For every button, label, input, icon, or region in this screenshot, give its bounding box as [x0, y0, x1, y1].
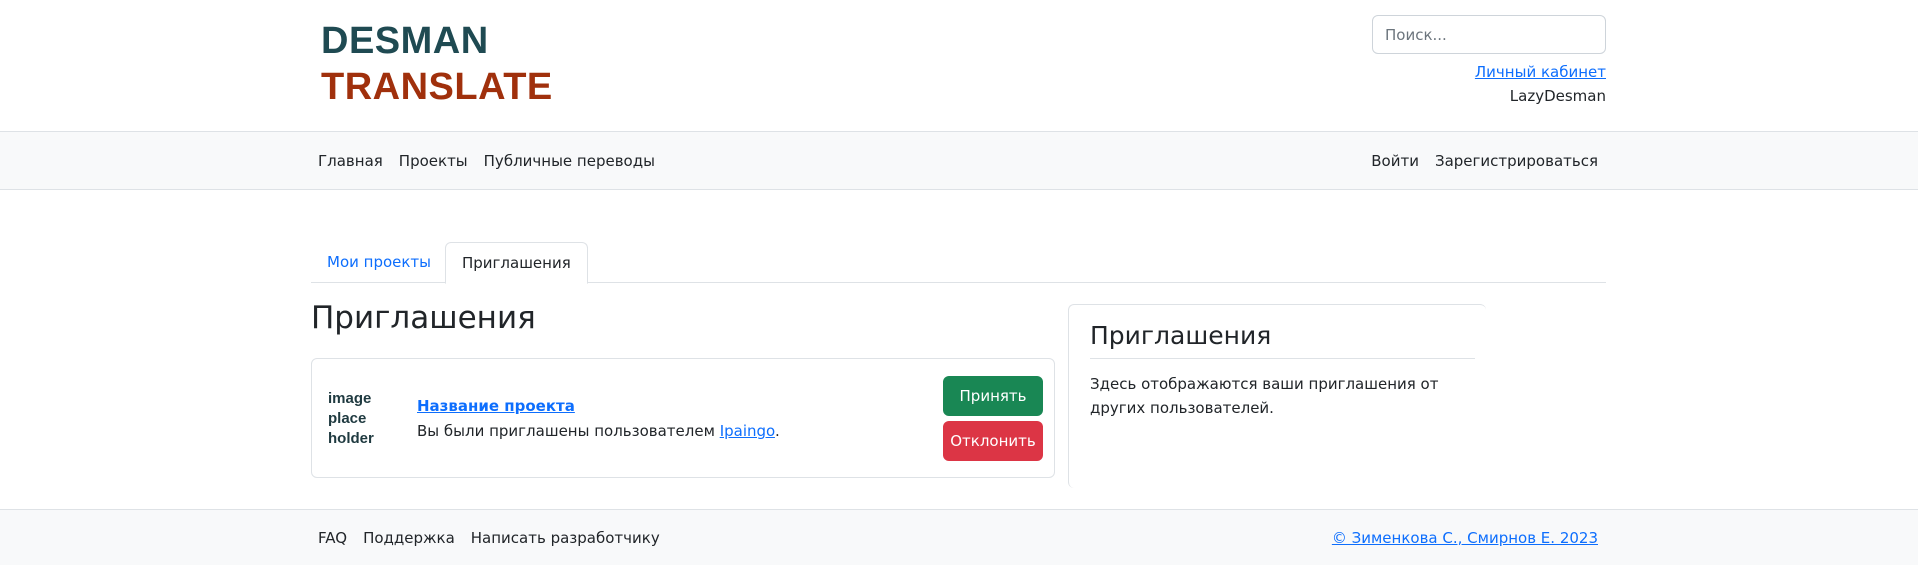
tab-my-projects[interactable]: Мои проекты [311, 242, 447, 283]
site-logo[interactable]: DESMAN TRANSLATE [321, 18, 553, 110]
nav-right-group: Войти Зарегистрироваться [1371, 132, 1598, 190]
username-label: LazyDesman [1509, 87, 1606, 105]
page-title: Приглашения [311, 300, 536, 336]
invitation-text: Вы были приглашены пользователем Ipaingo… [417, 422, 780, 440]
project-name-link[interactable]: Название проекта [417, 397, 575, 415]
inviter-user-link[interactable]: Ipaingo [720, 422, 775, 440]
nav-item-login[interactable]: Войти [1371, 152, 1419, 170]
placeholder-text-line: image [328, 390, 372, 407]
personal-cabinet-link[interactable]: Личный кабинет [1475, 63, 1606, 81]
info-panel-title: Приглашения [1090, 321, 1475, 359]
project-image-placeholder: image place holder [328, 389, 398, 449]
footer-links: FAQ Поддержка Написать разработчику [318, 510, 660, 565]
info-panel-text: Здесь отображаются ваши приглашения от д… [1090, 375, 1439, 417]
nav-item-register[interactable]: Зарегистрироваться [1435, 152, 1598, 170]
site-footer: FAQ Поддержка Написать разработчику © Зи… [0, 509, 1918, 565]
placeholder-text-line: holder [328, 430, 374, 447]
search-input[interactable] [1372, 15, 1606, 54]
nav-item-projects[interactable]: Проекты [399, 152, 468, 170]
main-navbar: Главная Проекты Публичные переводы Войти… [0, 132, 1918, 190]
logo-line-desman: DESMAN [321, 20, 489, 62]
logo-line-translate: TRANSLATE [321, 66, 553, 108]
copyright-link[interactable]: © Зименкова С., Смирнов Е. 2023 [1332, 529, 1598, 547]
invitation-text-suffix: . [774, 422, 780, 440]
tab-invitations[interactable]: Приглашения [445, 242, 588, 284]
decline-button[interactable]: Отклонить [943, 421, 1043, 461]
footer-link-support[interactable]: Поддержка [363, 529, 455, 547]
nav-left-group: Главная Проекты Публичные переводы [318, 132, 655, 190]
nav-item-home[interactable]: Главная [318, 152, 383, 170]
site-header: DESMAN TRANSLATE Личный кабинет LazyDesm… [0, 0, 1918, 132]
accept-button[interactable]: Принять [943, 376, 1043, 416]
info-panel: Приглашения Здесь отображаются ваши приг… [1068, 304, 1486, 488]
invitation-text-prefix: Вы были приглашены пользователем [417, 422, 720, 440]
nav-item-public-translations[interactable]: Публичные переводы [484, 152, 655, 170]
tab-bar: Мои проекты Приглашения [311, 242, 1606, 284]
footer-link-faq[interactable]: FAQ [318, 529, 347, 547]
placeholder-text-line: place [328, 410, 367, 427]
footer-link-contact-developer[interactable]: Написать разработчику [471, 529, 660, 547]
invitation-card: image place holder Название проекта Вы б… [311, 358, 1055, 478]
